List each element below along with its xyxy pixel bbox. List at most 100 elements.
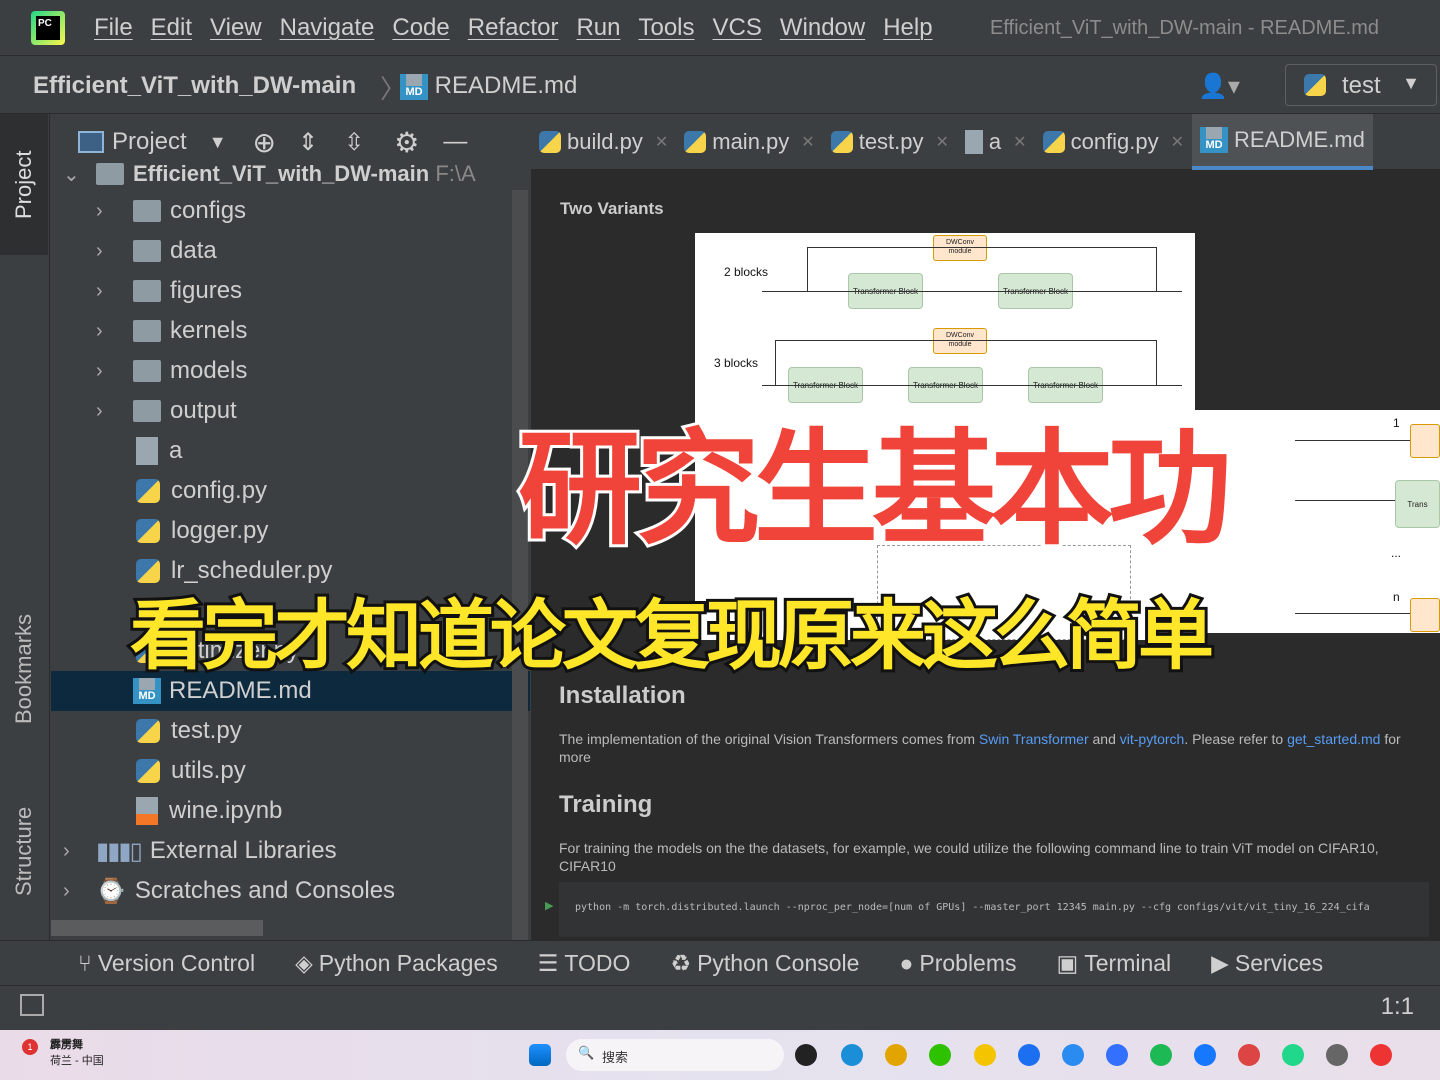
tree-item[interactable]: logger.py [51,511,511,551]
news-widget[interactable]: 1 霹雳舞 荷兰 - 中国 [22,1037,104,1069]
tool-window-label: Problems [919,949,1017,976]
tree-item-path: F:\A [435,161,476,186]
chrome-profile-icon[interactable] [1238,1044,1260,1066]
menu-help[interactable]: Help [883,14,932,42]
explorer-window-icon[interactable] [795,1044,817,1066]
wps-icon[interactable] [1370,1044,1392,1066]
messenger-icon[interactable] [1062,1044,1084,1066]
code-block[interactable]: python -m torch.distributed.launch --npr… [559,882,1429,937]
tree-item[interactable]: › figures [51,271,511,311]
tool-window-version-control[interactable]: ⑂ Version Control [78,950,255,977]
tool-window-todo[interactable]: ☰ TODO [538,950,631,977]
expand-all-icon[interactable]: ⇕ [298,128,318,157]
project-view-select[interactable]: Project [112,128,187,156]
spotify-icon[interactable] [1150,1044,1172,1066]
menu-file[interactable]: File [94,14,133,42]
diagram-label: 2 blocks [724,265,769,279]
tree-item[interactable]: › configs [51,191,511,231]
menu-vcs[interactable]: VCS [713,14,762,42]
project-view-icon [78,131,104,153]
tool-tab-structure[interactable]: Structure [0,786,48,916]
collapse-all-icon[interactable]: ⇳ [344,128,364,157]
user-account-icon[interactable]: 👤▾ [1198,72,1240,101]
menu-code[interactable]: Code [392,14,449,42]
tree-item-external-libraries[interactable]: › ▮▮▮▯ External Libraries [51,831,511,871]
run-configuration-select[interactable]: test ▼ [1285,64,1437,106]
start-icon[interactable] [529,1044,551,1066]
link-vit-pytorch[interactable]: vit-pytorch [1120,731,1185,747]
taskbar-search[interactable]: 🔍 搜索 [566,1039,784,1071]
tool-tab-bookmarks[interactable]: Bookmarks [0,594,48,744]
tree-item-root[interactable]: ⌄ Efficient_ViT_with_DW-main F:\A [51,154,511,194]
close-icon[interactable]: ✕ [801,132,814,152]
terminal-icon: ▣ [1056,949,1079,976]
edge-icon[interactable] [841,1044,863,1066]
close-icon[interactable]: ✕ [936,132,949,152]
box-label: Trans [1407,499,1428,509]
tool-window-python-console[interactable]: ♻ Python Console [670,950,859,977]
feishu-icon[interactable] [1106,1044,1128,1066]
link-swin-transformer[interactable]: Swin Transformer [979,731,1089,747]
search-placeholder: 搜索 [602,1050,629,1065]
diagram-label: n [1393,590,1400,604]
tab-a[interactable]: a ✕ [957,114,1035,170]
menu-edit[interactable]: Edit [151,14,192,42]
tab-build-py[interactable]: build.py ✕ [531,114,676,170]
pycharm-icon[interactable] [1282,1044,1304,1066]
tree-item[interactable]: › models [51,351,511,391]
horizontal-scrollbar[interactable] [51,920,263,936]
connector [807,247,1157,248]
tree-item[interactable]: config.py [51,471,511,511]
file-explorer-icon[interactable] [974,1044,996,1066]
tool-window-problems[interactable]: ● Problems [899,950,1016,977]
tool-window-services[interactable]: ▶ Services [1211,950,1323,977]
close-icon[interactable]: ✕ [655,132,668,152]
python-file-icon [136,759,160,783]
close-icon[interactable]: ✕ [1013,132,1026,152]
link-get-started[interactable]: get_started.md [1287,731,1380,747]
caret-position[interactable]: 1:1 [1381,993,1414,1021]
wechat-icon[interactable] [929,1044,951,1066]
project-panel: Project ▼ ⊕ ⇕ ⇳ ⚙ — ⌄ Efficient_ViT_with_… [51,114,530,940]
close-icon[interactable]: ✕ [1171,132,1184,152]
tool-tab-project[interactable]: Project [0,114,48,255]
menu-refactor[interactable]: Refactor [468,14,559,42]
breadcrumb-project[interactable]: Efficient_ViT_with_DW-main [33,72,356,100]
tree-item[interactable]: a [51,431,511,471]
tree-item[interactable]: wine.ipynb [51,791,511,831]
toggle-tool-windows-icon[interactable] [20,994,44,1016]
layers-icon: ◈ [295,949,313,976]
tree-item[interactable]: › data [51,231,511,271]
menu-navigate[interactable]: Navigate [280,14,375,42]
tab-config-py[interactable]: config.py ✕ [1035,114,1192,170]
hide-icon[interactable]: — [443,128,467,156]
window-title: Efficient_ViT_with_DW-main - README.md [990,17,1380,39]
menu-window[interactable]: Window [780,14,865,42]
app-bird-icon[interactable] [1326,1044,1348,1066]
shield-icon[interactable] [1018,1044,1040,1066]
menu-run[interactable]: Run [576,14,620,42]
dwconv-box [1410,598,1440,632]
app-icon[interactable] [1194,1044,1216,1066]
tab-test-py[interactable]: test.py ✕ [823,114,957,170]
chevron-down-icon[interactable]: ▼ [209,132,227,153]
tree-item[interactable]: utils.py [51,751,511,791]
chrome-icon[interactable] [885,1044,907,1066]
menu-view[interactable]: View [210,14,262,42]
tree-item-label: test.py [171,717,242,744]
run-gutter-icon[interactable]: ▶ [545,899,553,912]
tab-readme-md[interactable]: MD README.md [1192,114,1373,170]
menu-tools[interactable]: Tools [638,14,694,42]
tree-item[interactable]: › output [51,391,511,431]
breadcrumb-file[interactable]: MD README.md [400,72,577,100]
tree-item-label: Scratches and Consoles [134,877,396,904]
tree-item-scratches[interactable]: › ⌚ Scratches and Consoles [51,871,511,911]
tool-window-python-packages[interactable]: ◈ Python Packages [295,950,498,977]
tab-main-py[interactable]: main.py ✕ [676,114,822,170]
tree-item[interactable]: › kernels [51,311,511,351]
folder-icon [133,280,161,302]
tool-window-label: Terminal [1084,949,1172,976]
tree-item[interactable]: test.py [51,711,511,751]
tool-window-terminal[interactable]: ▣ Terminal [1057,950,1172,977]
chevron-right-icon: › [63,839,70,862]
